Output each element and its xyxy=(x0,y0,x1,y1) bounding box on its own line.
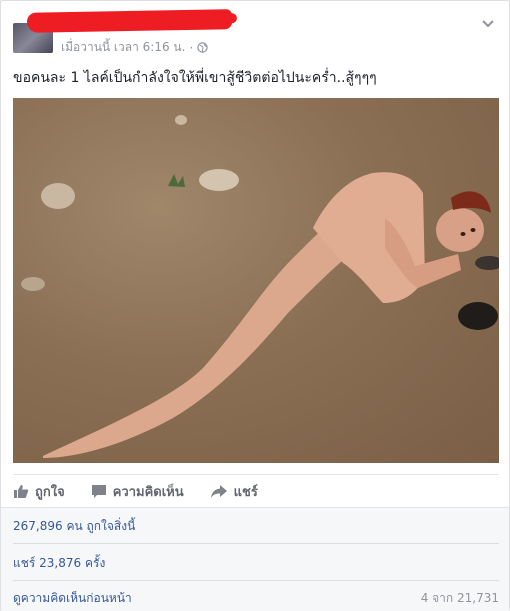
likes-summary[interactable]: 267,896 คน ถูกใจสิ่งนี้ xyxy=(13,518,499,534)
comment-button[interactable]: ความคิดเห็น xyxy=(91,481,184,502)
globe-icon xyxy=(197,42,208,53)
comments-count: 4 จาก 21,731 xyxy=(420,591,499,605)
share-arrow-icon xyxy=(210,484,227,498)
view-previous-comments-link[interactable]: ดูความคิดเห็นก่อนหน้า xyxy=(13,591,132,605)
comment-icon xyxy=(91,484,106,498)
shares-prefix[interactable]: แชร์ xyxy=(13,556,35,570)
like-label: ถูกใจ xyxy=(35,484,65,500)
post-card: เมื่อวานนี้ เวลา 6:16 น. · ขอคนละ 1 ไลค์… xyxy=(0,0,510,611)
thumbs-up-icon xyxy=(14,484,29,498)
post-text: ขอคนละ 1 ไลค์เป็นกำลังใจให้พี่เขาสู้ชีวิ… xyxy=(13,70,377,86)
shares-summary[interactable]: แชร์ 23,876 ครั้ง xyxy=(13,555,499,571)
likes-suffix[interactable]: คน ถูกใจสิ่งนี้ xyxy=(66,519,135,533)
comments-summary: ดูความคิดเห็นก่อนหน้า 4 จาก 21,731 xyxy=(13,590,499,606)
post-meta: เมื่อวานนี้ เวลา 6:16 น. · xyxy=(61,38,208,57)
post-header: เมื่อวานนี้ เวลา 6:16 น. · xyxy=(13,9,499,59)
stats-divider xyxy=(13,543,499,544)
chevron-down-icon[interactable] xyxy=(481,15,495,28)
comment-label: ความคิดเห็น xyxy=(112,484,184,500)
share-button[interactable]: แชร์ xyxy=(210,481,258,502)
meta-separator: · xyxy=(189,40,194,55)
redacted-author-name xyxy=(26,9,233,33)
post-stats: 267,896 คน ถูกใจสิ่งนี้ แชร์ 23,876 ครั้… xyxy=(1,507,509,611)
likes-count[interactable]: 267,896 xyxy=(13,519,63,533)
post-photo[interactable] xyxy=(13,98,499,463)
share-label: แชร์ xyxy=(233,484,258,500)
shares-count[interactable]: 23,876 xyxy=(39,556,81,570)
like-button[interactable]: ถูกใจ xyxy=(13,481,65,502)
post-actions: ถูกใจ ความคิดเห็น แชร์ xyxy=(13,475,499,507)
stats-divider xyxy=(13,580,499,581)
post-timestamp[interactable]: เมื่อวานนี้ เวลา 6:16 น. xyxy=(61,38,185,57)
shares-suffix[interactable]: ครั้ง xyxy=(85,556,105,570)
